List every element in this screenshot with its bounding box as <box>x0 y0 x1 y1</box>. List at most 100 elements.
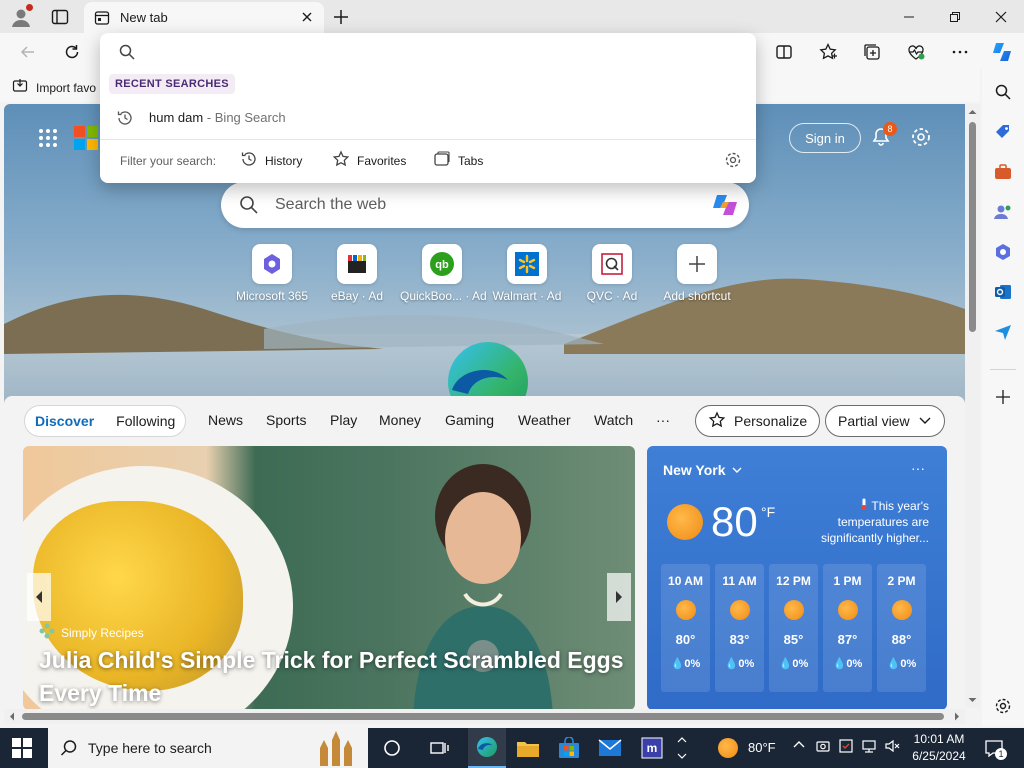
scroll-down-icon[interactable] <box>965 695 980 705</box>
tray-camera-icon[interactable] <box>815 738 831 757</box>
shortcut-microsoft-365[interactable]: Microsoft 365 <box>230 244 314 303</box>
temperature-unit[interactable]: °F <box>761 504 775 520</box>
taskbar-search-box[interactable]: Type here to search <box>48 728 368 768</box>
feed-nav-news[interactable]: News <box>208 412 243 428</box>
tools-briefcase-icon[interactable] <box>991 160 1015 184</box>
partial-view-dropdown[interactable]: Partial view <box>825 405 945 437</box>
microsoft-store-icon[interactable] <box>555 734 583 762</box>
refresh-icon[interactable] <box>60 40 84 64</box>
mail-icon[interactable] <box>596 734 624 762</box>
shopping-tag-icon[interactable] <box>991 120 1015 144</box>
close-window-icon[interactable] <box>978 4 1024 30</box>
microsoft-logo-icon[interactable] <box>74 126 98 150</box>
taskbar-edge-icon[interactable] <box>468 728 506 768</box>
feed-nav-more[interactable]: ··· <box>656 412 670 428</box>
shortcut-qvc[interactable]: QVC · Ad <box>570 244 654 303</box>
app-launcher-icon[interactable] <box>38 128 58 148</box>
feed-nav-sports[interactable]: Sports <box>266 412 306 428</box>
windows-start-icon[interactable] <box>12 738 32 758</box>
volume-muted-icon[interactable] <box>884 738 900 757</box>
add-sidebar-app-icon[interactable] <box>991 385 1015 409</box>
weather-location[interactable]: New York <box>663 462 742 478</box>
feed-nav-gaming[interactable]: Gaming <box>445 412 494 428</box>
import-favorites-button[interactable]: Import favo <box>12 78 96 97</box>
taskbar-overflow-icon[interactable] <box>672 734 692 762</box>
hourly-item[interactable]: 1 PM 87° 💧0% <box>823 564 872 692</box>
file-explorer-icon[interactable] <box>514 734 542 762</box>
copilot-icon[interactable] <box>990 40 1014 64</box>
new-tab-plus-icon[interactable] <box>330 6 352 28</box>
tab-discover[interactable]: Discover <box>35 413 94 429</box>
minimize-icon[interactable] <box>886 4 932 30</box>
hourly-item[interactable]: 2 PM 88° 💧0% <box>877 564 926 692</box>
profile-avatar-icon[interactable] <box>10 4 33 28</box>
shortcut-add[interactable]: Add shortcut <box>655 244 739 303</box>
restore-icon[interactable] <box>932 4 978 30</box>
scroll-up-icon[interactable] <box>965 107 980 117</box>
back-icon[interactable] <box>16 40 40 64</box>
weather-card[interactable]: New York ··· 80 °F This year's temperatu… <box>647 446 947 710</box>
weather-insight[interactable]: This year's temperatures are significant… <box>809 498 929 546</box>
tray-security-icon[interactable] <box>838 738 854 757</box>
new-tab-icon <box>94 10 110 29</box>
personalize-button[interactable]: Personalize <box>695 405 821 437</box>
notification-center-icon[interactable]: 1 <box>984 738 1007 760</box>
tab-actions-icon[interactable] <box>50 7 70 27</box>
page-settings-icon[interactable] <box>910 126 932 148</box>
vertical-scroll-thumb[interactable] <box>969 122 976 332</box>
hourly-item[interactable]: 12 PM 85° 💧0% <box>769 564 818 692</box>
filter-tabs-button[interactable]: Tabs <box>433 150 483 171</box>
more-options-icon[interactable] <box>948 40 972 64</box>
sidebar-settings-icon[interactable] <box>991 694 1015 718</box>
copilot-search-icon[interactable] <box>709 189 741 221</box>
tab-following[interactable]: Following <box>116 413 175 429</box>
web-search-box[interactable]: Search the web <box>221 182 749 228</box>
horizontal-scroll-thumb[interactable] <box>22 713 944 720</box>
send-icon[interactable] <box>991 320 1015 344</box>
notifications-bell-icon[interactable]: 8 <box>870 122 897 148</box>
m-app-icon[interactable]: m <box>638 734 666 762</box>
filter-history-button[interactable]: History <box>240 150 302 171</box>
outlook-icon[interactable] <box>991 280 1015 304</box>
filter-favorites-button[interactable]: Favorites <box>332 150 406 171</box>
feed-nav-money[interactable]: Money <box>379 412 421 428</box>
recent-search-item[interactable]: hum dam - Bing Search <box>100 105 756 131</box>
shortcut-ebay[interactable]: eBay · Ad <box>315 244 399 303</box>
tab-new-tab[interactable]: New tab <box>84 2 324 33</box>
hourly-item[interactable]: 11 AM 83° 💧0% <box>715 564 764 692</box>
task-view-circle-icon[interactable] <box>378 734 406 762</box>
search-placeholder: Search the web <box>275 196 387 213</box>
article-headline[interactable]: Julia Child's Simple Trick for Perfect S… <box>39 644 629 710</box>
feed-nav-weather[interactable]: Weather <box>518 412 571 428</box>
people-icon[interactable] <box>991 200 1015 224</box>
feed-nav-watch[interactable]: Watch <box>594 412 633 428</box>
search-settings-icon[interactable] <box>724 151 742 172</box>
hero-next-icon[interactable] <box>607 573 631 621</box>
split-screen-icon[interactable] <box>772 40 796 64</box>
shortcut-walmart[interactable]: Walmart · Ad <box>485 244 569 303</box>
hourly-item[interactable]: 10 AM 80° 💧0% <box>661 564 710 692</box>
microsoft-365-icon[interactable] <box>991 240 1015 264</box>
browser-essentials-icon[interactable] <box>904 40 928 64</box>
hero-article-card[interactable]: Simply Recipes Julia Child's Simple Tric… <box>23 446 635 710</box>
sign-in-button[interactable]: Sign in <box>789 123 861 153</box>
network-icon[interactable] <box>861 738 877 757</box>
taskbar-clock[interactable]: 10:01 AM 6/25/2024 <box>904 731 974 765</box>
weather-sun-icon[interactable] <box>718 738 738 758</box>
vertical-scrollbar[interactable] <box>965 104 980 708</box>
search-icon[interactable] <box>991 80 1015 104</box>
shortcut-quickbooks[interactable]: qb QuickBoo... · Ad <box>400 244 487 303</box>
scroll-left-icon[interactable] <box>7 709 17 724</box>
taskbar-weather-temp[interactable]: 80°F <box>748 740 776 755</box>
collections-icon[interactable] <box>860 40 884 64</box>
feed-nav-play[interactable]: Play <box>330 412 357 428</box>
close-tab-icon[interactable] <box>298 8 316 26</box>
weather-more-button[interactable]: ··· <box>911 460 925 476</box>
chevron-down-icon <box>918 413 932 430</box>
hero-prev-icon[interactable] <box>27 573 51 621</box>
task-view-icon[interactable] <box>426 734 454 762</box>
horizontal-scrollbar[interactable] <box>4 709 965 724</box>
show-hidden-icons-chevron-icon[interactable] <box>792 738 806 755</box>
favorites-star-icon[interactable] <box>816 40 840 64</box>
scroll-right-icon[interactable] <box>952 709 962 724</box>
